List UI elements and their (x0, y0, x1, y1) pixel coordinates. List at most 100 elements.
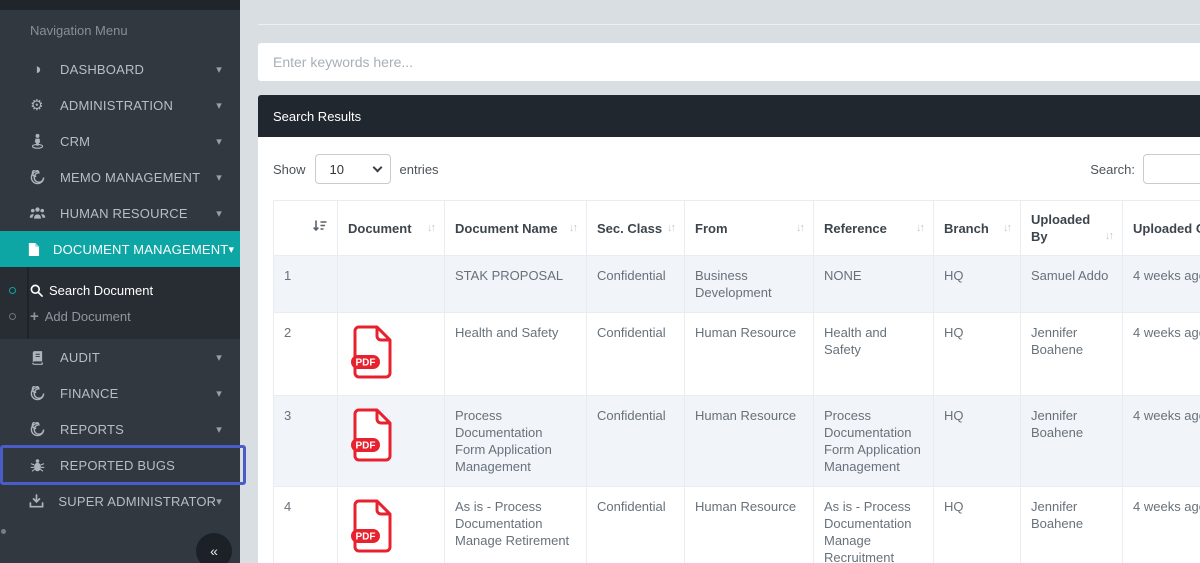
show-label: Show (273, 161, 306, 177)
column-header-reference[interactable]: Reference ↓↑ (813, 200, 934, 256)
page-size-control: Show 10 entries (273, 154, 439, 184)
sidebar-item-super-administrator[interactable]: SUPER ADMINISTRATOR ▾ (0, 483, 240, 519)
caret-down-icon: ▾ (228, 243, 235, 256)
column-header-uploaded-by[interactable]: Uploaded By ↓↑ (1020, 200, 1123, 256)
sidebar-item-memo-management[interactable]: MEMO MANAGEMENT ▾ (0, 159, 240, 195)
sidebar-item-document-management[interactable]: DOCUMENT MANAGEMENT ▾ (0, 231, 240, 267)
cell-branch: HQ (933, 486, 1021, 563)
dashboard-icon: ◑ (32, 60, 42, 78)
panel-body: Show 10 entries Search: Document ↓↑ Docu… (258, 137, 1200, 563)
pdf-file-icon[interactable]: PDF (350, 498, 394, 558)
download-icon (27, 493, 45, 509)
table-row: 1 STAK PROPOSAL Confidential Business De… (273, 255, 1200, 313)
cell-branch: HQ (933, 395, 1021, 487)
column-label: Sec. Class (597, 220, 663, 236)
sidebar-item-label: REPORTS (60, 421, 125, 437)
cell-document-name: Health and Safety (444, 312, 587, 396)
keyword-search-input[interactable] (258, 43, 1200, 81)
table-row: 3 PDF Process Documentation Form Applica… (273, 395, 1200, 487)
sidebar-item-reports[interactable]: REPORTS ▾ (0, 411, 240, 447)
search-icon (30, 284, 43, 297)
cell-uploaded-on: 4 weeks ago (1122, 486, 1200, 563)
pdf-badge-label: PDF (356, 358, 376, 369)
sidebar-item-label: HUMAN RESOURCE (60, 205, 188, 221)
double-chevron-left-icon: « (210, 543, 218, 559)
sort-icon: ↓↑ (1003, 221, 1012, 234)
pdf-file-icon[interactable]: PDF (350, 407, 394, 467)
sidebar-item-label: CRM (60, 133, 91, 149)
cell-from: Human Resource (684, 312, 814, 396)
sidebar-item-finance[interactable]: FINANCE ▾ (0, 375, 240, 411)
sidebar-item-label: ADMINISTRATION (60, 97, 174, 113)
caret-down-icon: ▾ (216, 351, 222, 364)
caret-down-icon: ▾ (216, 423, 222, 436)
column-label: Document (348, 220, 412, 236)
book-icon (27, 350, 47, 365)
page-size-select[interactable]: 10 (314, 154, 391, 184)
pdf-file-icon[interactable]: PDF (350, 324, 394, 384)
submenu-item-add-document[interactable]: + Add Document (0, 303, 240, 329)
sidebar-item-administration[interactable]: ⚙ ADMINISTRATION ▾ (0, 87, 240, 123)
spiral-icon (27, 169, 47, 185)
table-controls: Show 10 entries Search: (273, 154, 1200, 184)
sidebar-item-crm[interactable]: CRM ▾ (0, 123, 240, 159)
column-label: From (695, 220, 728, 236)
column-header-sec-class[interactable]: Sec. Class ↓↑ (586, 200, 685, 256)
column-header-from[interactable]: From ↓↑ (684, 200, 814, 256)
search-results-panel: Search Results Show 10 entries Search: D… (258, 95, 1200, 563)
sidebar-item-reported-bugs[interactable]: REPORTED BUGS (0, 445, 246, 485)
cell-reference: Process Documentation Form Application M… (813, 395, 934, 487)
submenu-item-label: Search Document (49, 282, 154, 298)
stray-dot (1, 529, 6, 534)
column-label: Reference (824, 220, 887, 236)
column-label: Branch (944, 220, 989, 236)
table-header-row: Document ↓↑ Document Name ↓↑ Sec. Class … (273, 200, 1200, 256)
caret-down-icon: ▾ (216, 207, 222, 220)
title-divider (258, 24, 1200, 25)
cell-index: 2 (273, 312, 338, 396)
sort-icon: ↓↑ (916, 221, 925, 234)
cell-document: PDF (337, 395, 445, 487)
plus-icon: + (30, 307, 39, 325)
spiral-icon (27, 385, 47, 401)
sort-icon: ↓↑ (569, 221, 578, 234)
column-header-document[interactable]: Document ↓↑ (337, 200, 445, 256)
sidebar-item-label: REPORTED BUGS (60, 457, 176, 473)
cell-branch: HQ (933, 255, 1021, 313)
users-icon (27, 206, 47, 220)
cell-uploaded-on: 4 weeks ago (1122, 395, 1200, 487)
circle-bullet-icon (9, 312, 16, 320)
submenu-item-label: Add Document (44, 308, 131, 324)
column-label: Document Name (455, 220, 558, 236)
cell-sec-class: Confidential (586, 255, 685, 313)
cell-document-name: STAK PROPOSAL (444, 255, 587, 313)
cell-from: Business Development (684, 255, 814, 313)
sidebar-collapse-button[interactable]: « (196, 533, 232, 563)
column-header-branch[interactable]: Branch ↓↑ (933, 200, 1021, 256)
column-header-document-name[interactable]: Document Name ↓↑ (444, 200, 587, 256)
cell-reference: As is - Process Documentation Manage Rec… (813, 486, 934, 563)
sidebar-top-strip (0, 0, 240, 10)
panel-title: Search Results (273, 108, 362, 124)
sidebar: Navigation Menu ◑ DASHBOARD ▾ ⚙ ADMINIST… (0, 0, 246, 563)
search-results-table: Document ↓↑ Document Name ↓↑ Sec. Class … (273, 200, 1200, 563)
sidebar-item-audit[interactable]: AUDIT ▾ (0, 339, 240, 375)
column-header-index[interactable] (273, 200, 338, 256)
column-header-uploaded-on[interactable]: Uploaded On ↓↑ (1122, 200, 1200, 256)
caret-down-icon: ▾ (216, 63, 222, 76)
table-search-input[interactable] (1143, 154, 1200, 184)
sidebar-item-dashboard[interactable]: ◑ DASHBOARD ▾ (0, 51, 240, 87)
sidebar-item-human-resource[interactable]: HUMAN RESOURCE ▾ (0, 195, 240, 231)
entries-label: entries (399, 161, 439, 177)
sidebar-heading: Navigation Menu (30, 23, 128, 38)
main-content: Search Documents Search Results Show 10 … (240, 0, 1200, 563)
cell-index: 1 (273, 255, 338, 313)
panel-header: Search Results (258, 95, 1200, 137)
cell-from: Human Resource (684, 486, 814, 563)
cell-uploaded-on: 4 weeks ago (1122, 312, 1200, 396)
cell-document-name: Process Documentation Form Application M… (444, 395, 587, 487)
cell-branch: HQ (933, 312, 1021, 396)
cell-uploaded-by: Jennifer Boahene (1020, 395, 1123, 487)
table-row: 4 PDF As is - Process Documentation Mana… (273, 486, 1200, 563)
submenu-item-search-document[interactable]: Search Document (0, 277, 240, 303)
